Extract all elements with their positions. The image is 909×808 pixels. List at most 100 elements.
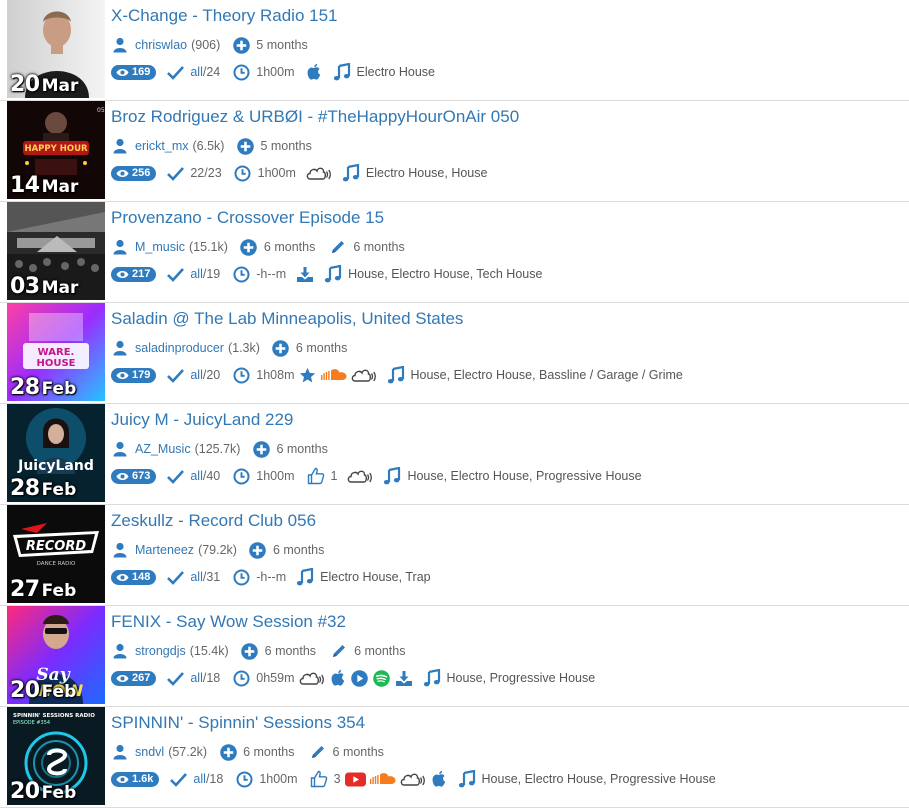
plus-circle-icon: [236, 137, 254, 155]
meta-line-user: M_music (15.1k) 6 months 6 months: [111, 237, 405, 257]
plus-circle-icon: [219, 743, 237, 761]
date-day: 20: [10, 779, 40, 804]
list-item[interactable]: HAPPY HOUR 050 14Mar Broz Rodriguez & URBØI…: [0, 101, 909, 202]
svg-text:HAPPY HOUR: HAPPY HOUR: [24, 144, 88, 154]
mix-thumbnail[interactable]: 03 Mar: [7, 202, 105, 300]
list-item[interactable]: SPINNIN' SESSIONS RADIO EPISODE #354 20 Feb…: [0, 707, 909, 808]
mix-title-link[interactable]: Saladin @ The Lab Minneapolis, United St…: [111, 309, 463, 329]
list-item[interactable]: JuicyLand 28 Feb Juicy M - JuicyLand 229 AZ_…: [0, 404, 909, 505]
tracks-identified-count: all: [190, 267, 203, 281]
soundcloud-icon[interactable]: [369, 770, 396, 788]
date-month: Feb: [41, 480, 77, 500]
star-icon[interactable]: [299, 366, 317, 384]
tracks-identified: all/19: [190, 267, 220, 281]
mix-title-link[interactable]: SPINNIN' - Spinnin' Sessions 354: [111, 713, 365, 733]
list-item[interactable]: 03 Mar Provenzano - Crossover Episode 15 M_…: [0, 202, 909, 303]
eye-icon: [116, 371, 129, 380]
music-note-icon: [383, 467, 401, 485]
views-badge[interactable]: 267: [111, 670, 157, 686]
views-badge[interactable]: 179: [111, 367, 157, 383]
mix-thumbnail[interactable]: SPINNIN' SESSIONS RADIO EPISODE #354 20 Feb: [7, 707, 105, 805]
check-icon: [166, 164, 184, 182]
mix-thumbnail[interactable]: WARE. HOUSE 28 Feb: [7, 303, 105, 401]
youtube-icon[interactable]: [344, 770, 366, 788]
views-badge[interactable]: 148: [111, 569, 157, 585]
views-count: 267: [132, 672, 151, 684]
mix-title-link[interactable]: FENIX - Say Wow Session #32: [111, 612, 346, 632]
cloud-stream-icon[interactable]: [299, 669, 325, 687]
user-link[interactable]: AZ_Music: [135, 442, 191, 456]
check-icon: [166, 568, 184, 586]
cloud-stream-icon[interactable]: [347, 467, 373, 485]
list-item[interactable]: Say WOW 20 Feb FENIX - Say Wow Session #32 st…: [0, 606, 909, 707]
user-link[interactable]: Marteneez: [135, 543, 194, 557]
mix-thumbnail[interactable]: RECORD DANCE RADIO 27 Feb: [7, 505, 105, 603]
genres: Electro House, House: [365, 166, 488, 180]
tracks-total: /40: [202, 469, 221, 483]
tracks-identified-count: all: [190, 65, 203, 79]
svg-text:WARE.: WARE.: [38, 347, 75, 358]
mix-title-link[interactable]: Juicy M - JuicyLand 229: [111, 410, 293, 430]
thumbs-up-icon[interactable]: [307, 467, 325, 485]
apple-icon[interactable]: [305, 63, 323, 81]
tracks-identified: all/24: [190, 65, 220, 79]
views-badge[interactable]: 256: [111, 165, 157, 181]
views-count: 217: [132, 268, 151, 280]
check-icon: [166, 366, 184, 384]
user-link[interactable]: sndvl: [135, 745, 164, 759]
user-link[interactable]: strongdjs: [135, 644, 186, 658]
views-badge[interactable]: 217: [111, 266, 157, 282]
user-link[interactable]: chriswlao: [135, 38, 187, 52]
cloud-stream-icon[interactable]: [351, 366, 377, 384]
date-label: 28 Feb: [10, 377, 76, 399]
apple-icon[interactable]: [329, 669, 347, 687]
soundcloud-icon[interactable]: [320, 366, 347, 384]
list-item[interactable]: WARE. HOUSE 28 Feb Saladin @ The Lab Minneap…: [0, 303, 909, 404]
mix-thumbnail[interactable]: Say WOW 20 Feb: [7, 606, 105, 704]
tracks-total: /31: [202, 570, 221, 584]
mix-thumbnail[interactable]: JuicyLand 28 Feb: [7, 404, 105, 502]
views-badge[interactable]: 673: [111, 468, 157, 484]
mix-thumbnail[interactable]: 20 Mar: [7, 0, 105, 98]
meta-line-user: sndvl (57.2k) 6 months 6 months: [111, 742, 384, 762]
date-label: 20 Feb: [10, 781, 76, 803]
eye-icon: [116, 169, 129, 178]
cloud-stream-icon[interactable]: [400, 770, 426, 788]
views-badge[interactable]: 169: [111, 64, 157, 80]
mix-thumbnail[interactable]: HAPPY HOUR 050 14Mar: [7, 101, 105, 199]
user-points: (15.1k): [189, 240, 228, 254]
spotify-icon[interactable]: [373, 669, 391, 687]
mix-title-link[interactable]: X-Change - Theory Radio 151: [111, 6, 338, 26]
download-icon[interactable]: [296, 265, 314, 283]
date-month: Mar: [41, 278, 79, 298]
play-icon[interactable]: [351, 669, 369, 687]
list-item[interactable]: RECORD DANCE RADIO 27 Feb Zeskullz - Record …: [0, 505, 909, 606]
user-link[interactable]: erickt_mx: [135, 139, 188, 153]
mix-title-link[interactable]: Provenzano - Crossover Episode 15: [111, 208, 384, 228]
pencil-icon: [309, 743, 327, 761]
user-icon: [111, 36, 129, 54]
user-link[interactable]: saladinproducer: [135, 341, 224, 355]
pencil-icon: [329, 238, 347, 256]
user-link[interactable]: M_music: [135, 240, 185, 254]
mix-title-link[interactable]: Broz Rodriguez & URBØI - #TheHappyHourOn…: [111, 107, 519, 127]
mix-details: SPINNIN' - Spinnin' Sessions 354 sndvl (57…: [111, 707, 909, 807]
date-label: 28 Feb: [10, 478, 76, 500]
views-badge[interactable]: 1.6k: [111, 771, 160, 787]
added-age: 5 months: [256, 38, 308, 52]
eye-icon: [116, 573, 129, 582]
cloud-stream-icon[interactable]: [306, 164, 332, 182]
eye-icon: [116, 674, 129, 683]
apple-icon[interactable]: [430, 770, 448, 788]
music-note-icon: [342, 164, 360, 182]
download-icon[interactable]: [395, 669, 413, 687]
svg-text:EPISODE #354: EPISODE #354: [13, 720, 50, 726]
user-icon: [111, 642, 129, 660]
mix-title-link[interactable]: Zeskullz - Record Club 056: [111, 511, 316, 531]
user-icon: [111, 137, 129, 155]
tracks-total: /18: [205, 772, 224, 786]
music-note-icon: [387, 366, 405, 384]
user-points: (57.2k): [168, 745, 208, 759]
thumbs-up-icon[interactable]: [310, 770, 328, 788]
list-item[interactable]: 20 Mar X-Change - Theory Radio 151 chriswla…: [0, 0, 909, 101]
